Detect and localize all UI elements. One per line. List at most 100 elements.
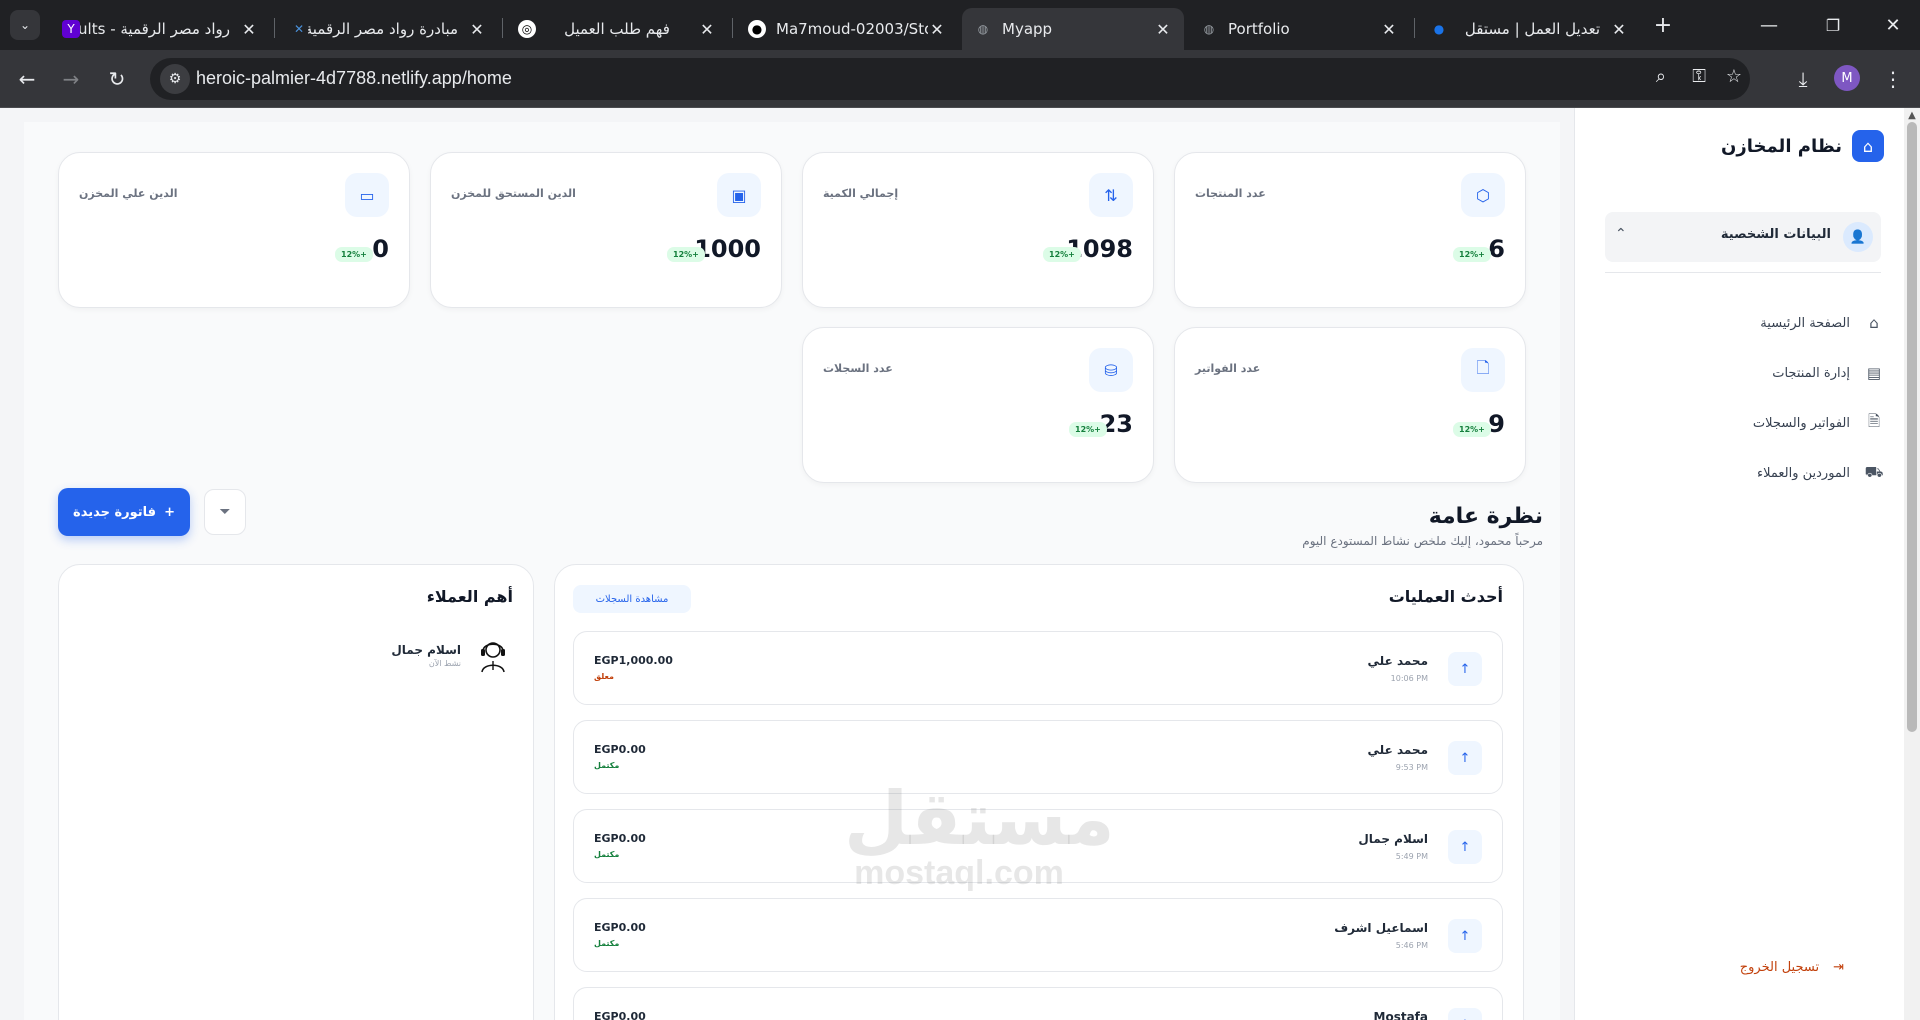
rowad-favicon-icon: ✕ [293,22,305,36]
watermark-arabic: مستقل [844,776,1115,862]
sidebar-item-home[interactable]: ⌂ الصفحة الرئيسية [1760,313,1884,333]
operation-status: مكتمل [594,761,620,770]
operation-name: اسماعيل اشرف [1334,921,1428,935]
tab-mostaql[interactable]: ● تعديل العمل | مستقل ✕ [1418,8,1640,50]
operation-amount: EGP0.00 [594,832,646,845]
operation-time: 9:53 PM [1395,763,1428,772]
restore-button[interactable]: ❐ [1818,10,1848,40]
mostaql-favicon-icon: ● [1433,22,1445,36]
view-logs-button[interactable]: مشاهدة السجلات [573,585,691,613]
sidebar-item-label: الفواتير والسجلات [1752,415,1850,431]
operation-row[interactable]: ↑ اسماعيل اشرف 5:46 PM EGP0.00 مكتمل [573,898,1503,972]
operation-status: مكتمل [594,939,620,948]
customer-status: نشط الآن [428,658,461,668]
operation-amount: EGP1,000.00 [594,654,673,667]
home-icon: ⌂ [1869,314,1879,332]
tab-title: فهم طلب العميل [564,20,670,38]
zoom-icon[interactable]: ⌕ [1656,66,1666,87]
stat-card-records: ⛁ عدد السجلات 23 12%+ [802,327,1154,483]
tab-myapp[interactable]: ◍ Myapp ✕ [962,8,1184,50]
profile-section-toggle[interactable]: 👤 البيانات الشخصية ⌃ [1605,212,1881,262]
close-window-button[interactable]: ✕ [1878,10,1908,40]
stat-badge: 12%+ [1453,422,1491,437]
stat-card-debt-on-store: ▭ الدين علي المخزن 0 12%+ [58,152,410,308]
tab-title: Myapp [1002,20,1053,38]
tab-chatgpt[interactable]: ◎ فهم طلب العميل ✕ [506,8,728,50]
stat-label: عدد السجلات [823,362,893,375]
star-icon[interactable]: ☆ [1726,66,1742,87]
site-settings-icon[interactable]: ⚙ [160,64,190,94]
close-icon[interactable]: ✕ [1154,20,1172,39]
filter-button[interactable]: ⏷ [204,489,246,535]
sidebar-item-products[interactable]: ▤ إدارة المنتجات [1772,363,1884,383]
operation-row[interactable]: ↑ Mostafa EGP0.00 [573,987,1503,1020]
chatgpt-favicon-icon: ◎ [518,20,536,38]
warehouse-logo-icon: ⌂ [1852,130,1884,162]
page-scrollbar[interactable]: ▲ [1904,108,1920,1020]
tab-search-button[interactable]: ⌄ [10,10,40,40]
logout-button[interactable]: ⇥ تسجيل الخروج [1740,960,1844,975]
close-icon[interactable]: ✕ [240,20,258,39]
tab-portfolio[interactable]: ◍ Portfolio ✕ [1188,8,1410,50]
logout-label: تسجيل الخروج [1739,960,1820,975]
download-icon[interactable]: ⤓ [1788,64,1818,94]
arrow-up-icon: ↑ [1448,919,1482,953]
profile-avatar[interactable]: M [1834,65,1860,91]
tab-title: رواد مصر الرقمية - ults [80,20,230,38]
new-invoice-button[interactable]: فاتورة جديدة + [58,488,190,536]
forward-button[interactable]: → [56,64,86,94]
stat-value: 6 [1488,235,1505,263]
close-icon[interactable]: ✕ [1380,20,1398,39]
close-icon[interactable]: ✕ [698,20,716,39]
reload-button[interactable]: ↻ [102,64,132,94]
close-icon[interactable]: ✕ [1610,20,1628,39]
plus-icon: + [164,504,175,520]
operation-time: 5:49 PM [1395,852,1428,861]
tab-github[interactable]: ● Ma7moud-02003/Sto ✕ [736,8,958,50]
tab-title: مبادرة رواد مصر الرقمية [308,20,458,38]
operation-row[interactable]: ↑ محمد علي 10:06 PM EGP1,000.00 معلق [573,631,1503,705]
brand[interactable]: ⌂ نظام المخازن [1721,130,1884,162]
boxes-icon: ▤ [1866,364,1882,382]
close-icon[interactable]: ✕ [468,20,486,39]
tab-rowad-results[interactable]: Y رواد مصر الرقمية - ults ✕ [50,8,270,50]
menu-icon[interactable]: ⋮ [1878,64,1908,94]
github-favicon-icon: ● [748,20,766,38]
operation-status: مكتمل [594,850,620,859]
tab-rowad-initiative[interactable]: ✕ مبادرة رواد مصر الرقمية ✕ [278,8,498,50]
filter-icon: ⏷ [219,504,231,520]
minimize-button[interactable]: — [1754,10,1784,40]
globe-favicon-icon: ◍ [1203,22,1215,36]
sidebar-item-invoices[interactable]: 🗎 الفواتير والسجلات [1752,411,1884,433]
stat-label: إجمالي الكمية [823,187,899,200]
scroll-thumb[interactable] [1907,122,1917,732]
sidebar-item-suppliers[interactable]: ⛟ الموردين والعملاء [1757,463,1884,483]
customer-item[interactable]: اسلام جمال نشط الآن [391,635,513,675]
sidebar-item-label: الموردين والعملاء [1756,465,1850,481]
panel-title: أهم العملاء [426,587,513,606]
stat-label: الدين علي المخزن [79,187,178,200]
url-bar[interactable]: ⚙ heroic-palmier-4d7788.netlify.app/home… [150,58,1750,100]
stat-card-quantity: ⇅ إجمالي الكمية 1098 12%+ [802,152,1154,308]
arrow-up-icon: ↑ [1448,830,1482,864]
stat-badge: 12%+ [1069,422,1107,437]
invoice-label: فاتورة جديدة [73,504,157,520]
tab-title: Ma7moud-02003/Sto [776,20,928,38]
back-button[interactable]: ← [12,64,42,94]
url-text[interactable]: heroic-palmier-4d7788.netlify.app/home [196,68,512,89]
key-icon[interactable]: ⚿ [1692,66,1706,87]
stat-card-debt-owed-to-store: ▣ الدين المستحق للمخزن 1000 12%+ [430,152,782,308]
operation-amount: EGP0.00 [594,743,646,756]
stat-label: عدد الفواتير [1195,362,1261,375]
invoice-icon: 🗎 [1867,411,1881,430]
panel-title: أحدث العمليات [1388,587,1503,606]
stat-badge: 12%+ [667,247,705,262]
profile-label: البيانات الشخصية [1720,227,1831,242]
operation-name: اسلام جمال [1358,832,1428,846]
operation-amount: EGP0.00 [594,921,646,934]
user-settings-icon: 👤 [1843,222,1873,252]
new-tab-button[interactable]: + [1648,10,1678,40]
sidebar-item-label: الصفحة الرئيسية [1760,315,1850,331]
scroll-up-icon[interactable]: ▲ [1906,110,1918,121]
close-icon[interactable]: ✕ [928,20,946,39]
